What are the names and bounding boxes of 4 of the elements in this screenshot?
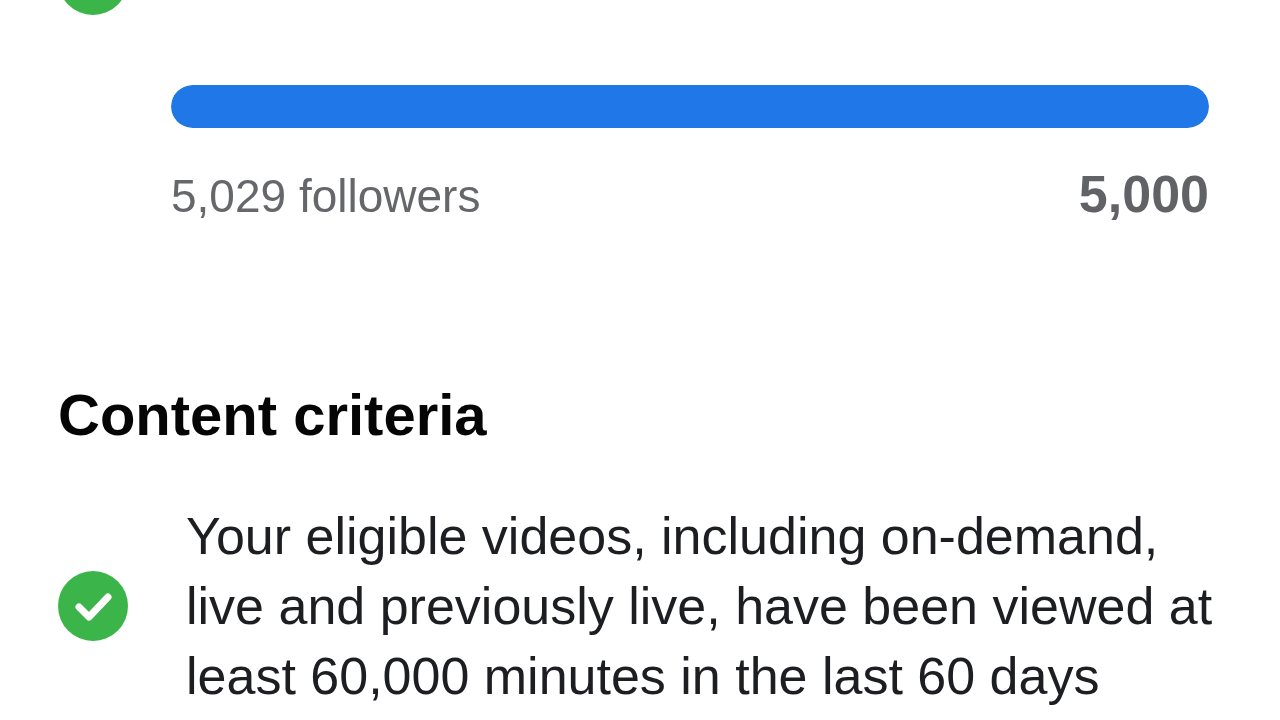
criterion-text: Your eligible videos, including on-demand, live and previously live, have been viewed at least 60,000 minutes in the last 60 days xyxy=(186,506,1214,707)
follower-target: 5,000 xyxy=(1078,168,1209,220)
section-heading: Content criteria xyxy=(58,386,487,444)
follower-count: 5,029 followers xyxy=(171,173,481,219)
